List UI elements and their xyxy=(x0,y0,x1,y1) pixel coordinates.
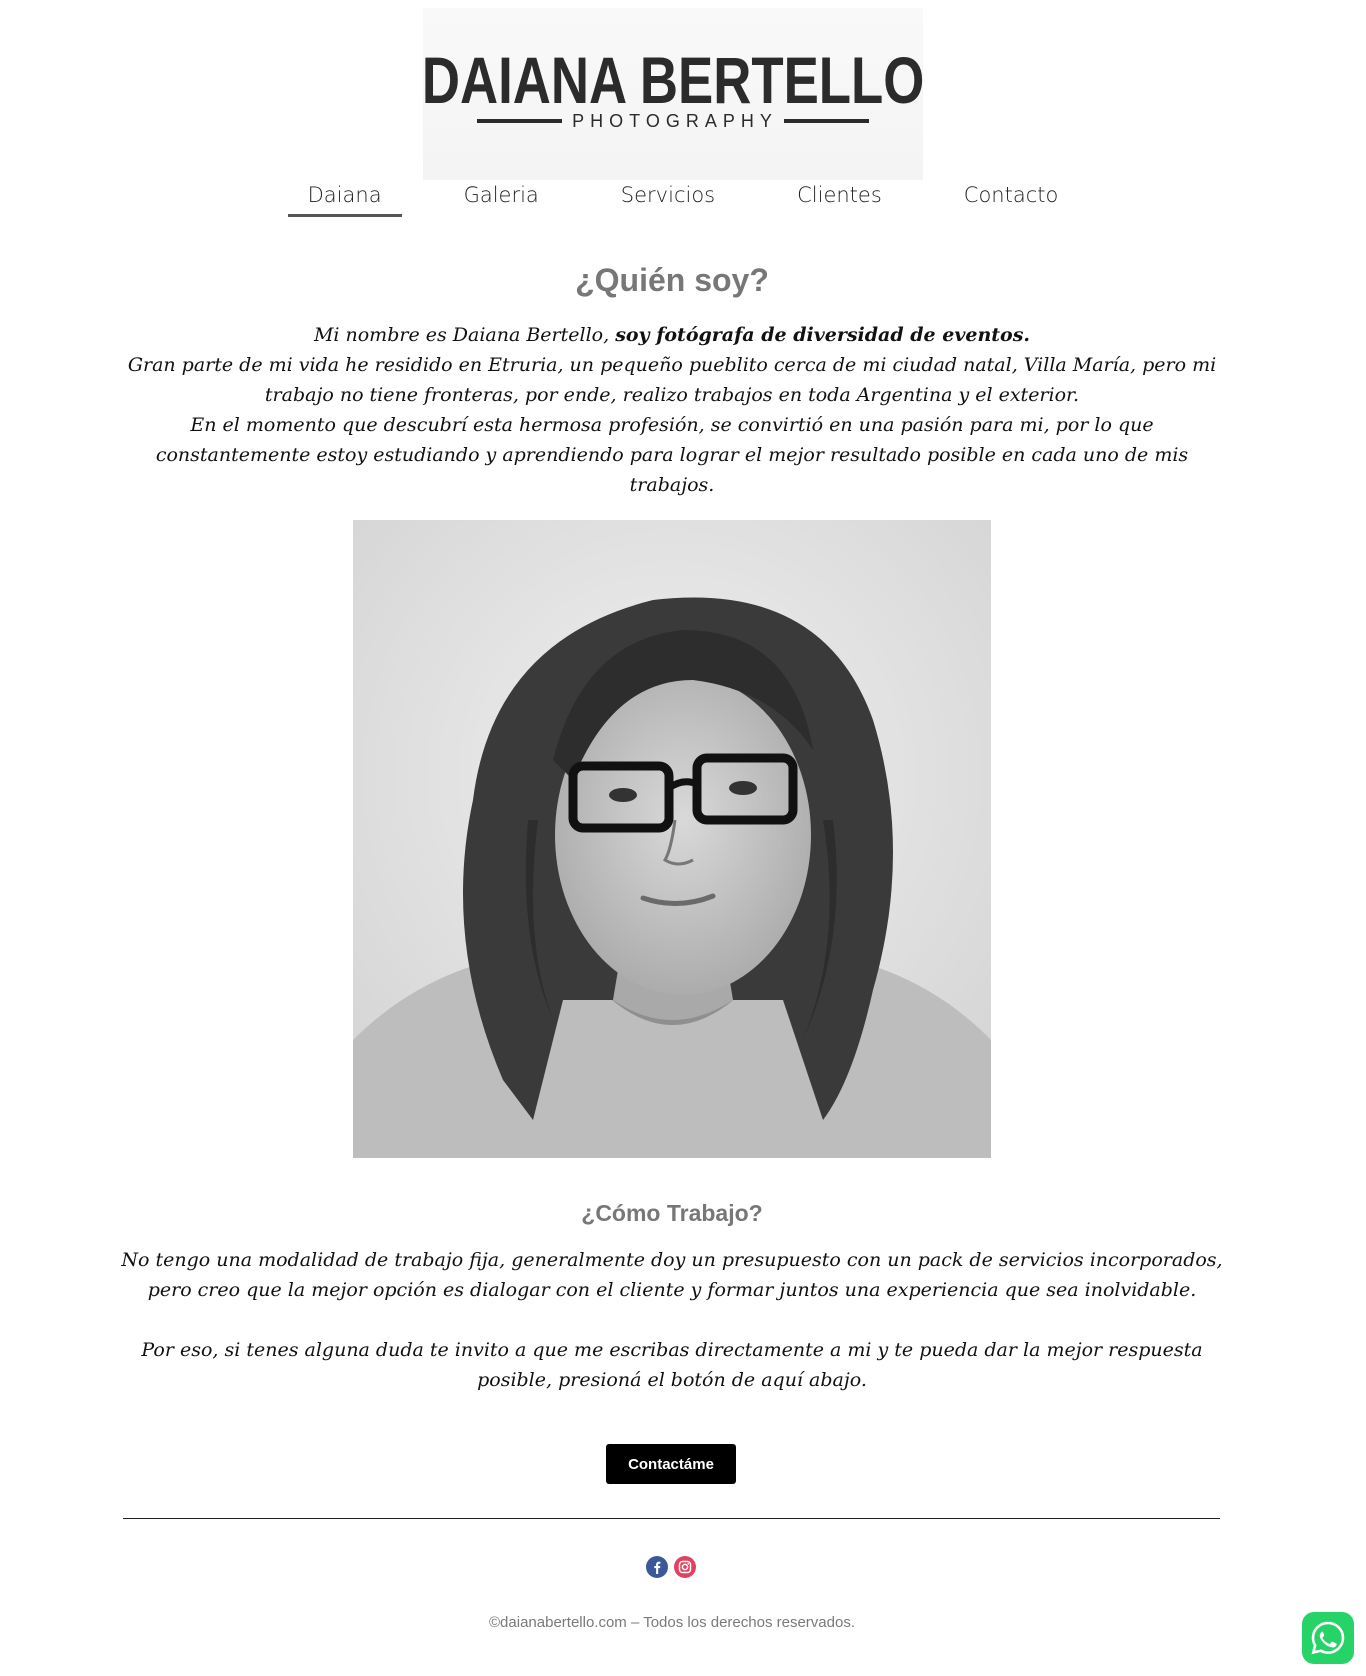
site-logo[interactable]: DAIANA BERTELLO PHOTOGRAPHY xyxy=(421,8,925,180)
nav-item-daiana[interactable]: Daiana xyxy=(287,175,402,217)
whatsapp-button[interactable] xyxy=(1302,1612,1354,1664)
about-title: ¿Quién soy? xyxy=(575,262,769,298)
about-intro-bold: soy fotógrafa de diversidad de eventos. xyxy=(615,324,1031,346)
work-paragraph-2: Por eso, si tenes alguna duda te invito … xyxy=(141,1339,1203,1391)
logo-rule-left xyxy=(477,119,563,123)
portrait-illustration xyxy=(353,520,991,1158)
contact-button[interactable]: Contactáme xyxy=(606,1444,736,1484)
facebook-glyph xyxy=(654,1561,661,1574)
main-nav: Daiana Galeria Servicios Clientes Contac… xyxy=(0,175,1366,219)
instagram-icon[interactable] xyxy=(674,1556,696,1578)
nav-item-galeria[interactable]: Galeria xyxy=(444,175,559,217)
about-intro-plain: Mi nombre es Daiana Bertello, xyxy=(313,324,616,346)
about-paragraph-2: Gran parte de mi vida he residido en Etr… xyxy=(127,354,1217,406)
logo-rule-right xyxy=(783,119,870,123)
portrait-photo xyxy=(353,520,991,1158)
work-title: ¿Cómo Trabajo? xyxy=(581,1200,763,1226)
instagram-glyph xyxy=(678,1560,692,1574)
facebook-icon[interactable] xyxy=(646,1556,668,1578)
nav-item-contacto[interactable]: Contacto xyxy=(944,175,1079,217)
footer-divider xyxy=(123,1518,1220,1519)
about-text: Mi nombre es Daiana Bertello, soy fotógr… xyxy=(120,320,1224,500)
work-paragraph-1: No tengo una modalidad de trabajo fija, … xyxy=(121,1249,1223,1301)
nav-item-clientes[interactable]: Clientes xyxy=(777,175,902,217)
about-intro: Mi nombre es Daiana Bertello, soy fotógr… xyxy=(120,320,1224,350)
whatsapp-icon xyxy=(1311,1621,1345,1655)
logo-name: DAIANA BERTELLO xyxy=(421,42,925,117)
work-text: No tengo una modalidad de trabajo fija, … xyxy=(120,1245,1224,1395)
nav-item-servicios[interactable]: Servicios xyxy=(601,175,735,217)
about-paragraph-3: En el momento que descubrí esta hermosa … xyxy=(155,414,1189,496)
copyright-text: ©daianabertello.com – Todos los derechos… xyxy=(489,1614,855,1631)
